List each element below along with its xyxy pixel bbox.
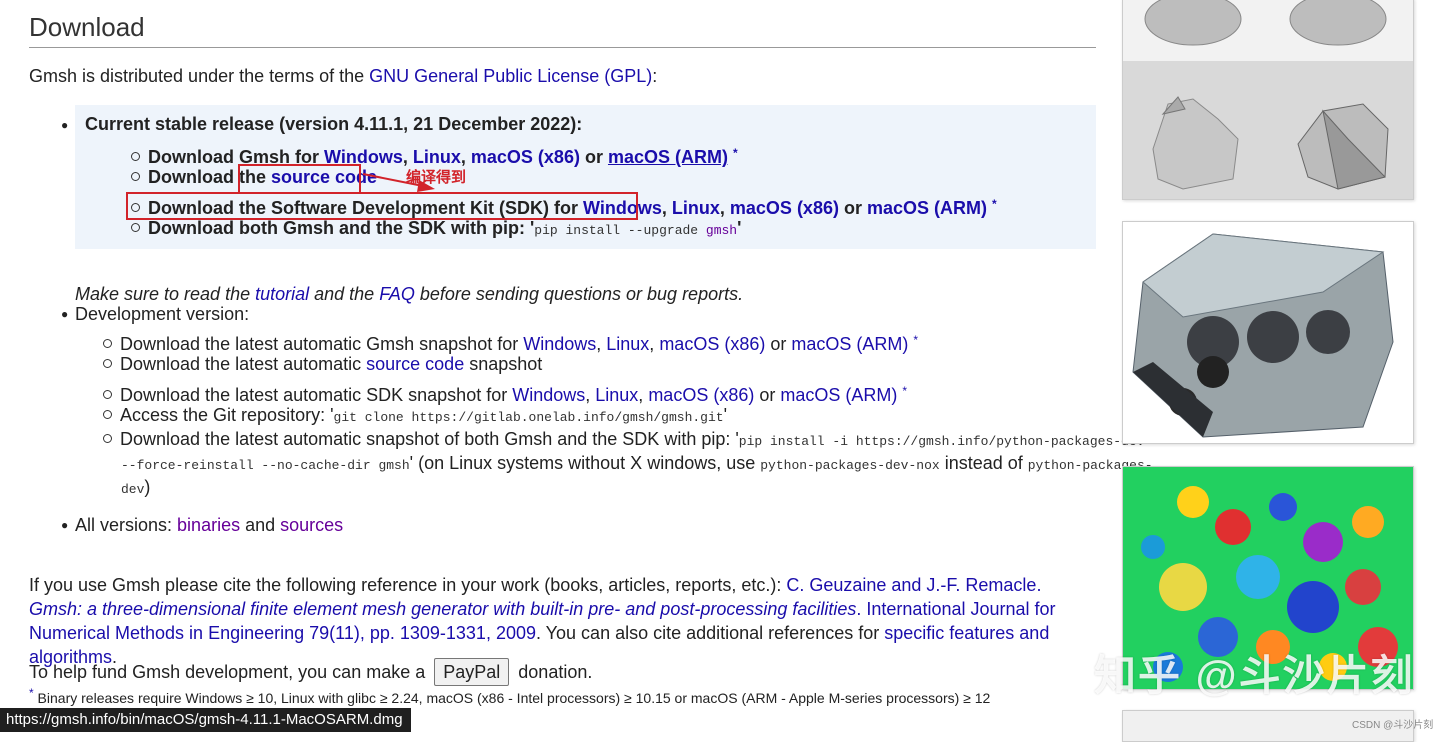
stable-macarm-link[interactable]: macOS (ARM) bbox=[608, 147, 728, 167]
paypal-button[interactable]: PayPal bbox=[434, 658, 510, 686]
circle-bullet-icon bbox=[103, 359, 112, 368]
circle-bullet-icon bbox=[103, 410, 112, 419]
dev-heading: Development version: bbox=[75, 304, 250, 324]
circle-bullet-icon bbox=[131, 223, 140, 232]
stable-heading: Current stable release (version 4.11.1, … bbox=[85, 114, 583, 134]
footnote: * Binary releases require Windows ≥ 10, … bbox=[29, 686, 991, 706]
dev-sdk-windows-link[interactable]: Windows bbox=[512, 385, 585, 405]
footnote-star-link[interactable]: * bbox=[992, 197, 997, 211]
circle-bullet-icon bbox=[131, 152, 140, 161]
dev-sdk-linux-link[interactable]: Linux bbox=[595, 385, 638, 405]
circle-bullet-icon bbox=[103, 390, 112, 399]
dev-windows-link[interactable]: Windows bbox=[523, 334, 596, 354]
main-content: Download Gmsh is distributed under the t… bbox=[29, 0, 1153, 706]
csdn-watermark: CSDN @斗沙片刻 bbox=[1352, 720, 1434, 731]
engine-block-image bbox=[1122, 221, 1414, 444]
git-clone-command: git clone https://gitlab.onelab.info/gms… bbox=[333, 410, 724, 425]
circle-bullet-icon bbox=[131, 172, 140, 181]
dev-row-git: Access the Git repository: 'git clone ht… bbox=[103, 403, 727, 430]
fund-line: To help fund Gmsh development, you can m… bbox=[29, 658, 592, 686]
circle-bullet-icon bbox=[103, 339, 112, 348]
footnote-star-link[interactable]: * bbox=[902, 384, 907, 398]
all-versions: All versions: binaries and sources bbox=[75, 515, 344, 535]
bullet-icon: ● bbox=[61, 118, 69, 132]
watermark: 知乎 @斗沙片刻 bbox=[1094, 652, 1415, 699]
status-bar-url: https://gmsh.info/bin/macOS/gmsh-4.11.1-… bbox=[0, 708, 411, 732]
citation-paragraph: If you use Gmsh please cite the followin… bbox=[29, 575, 1056, 667]
dev-row-source: Download the latest automatic source cod… bbox=[103, 352, 542, 376]
faq-link[interactable]: FAQ bbox=[379, 284, 415, 304]
page-title: Download bbox=[29, 12, 1096, 48]
footnote-star-link[interactable]: * bbox=[913, 333, 918, 347]
dev-source-code-link[interactable]: source code bbox=[366, 354, 464, 374]
sdk-linux-link[interactable]: Linux bbox=[672, 198, 720, 218]
sdk-macx86-link[interactable]: macOS (x86) bbox=[730, 198, 839, 218]
license-line: Gmsh is distributed under the terms of t… bbox=[29, 66, 658, 86]
dev-row-pip: Download the latest automatic snapshot o… bbox=[103, 427, 1144, 454]
annotation-box-source bbox=[238, 164, 361, 194]
stable-row-pip: Download both Gmsh and the SDK with pip:… bbox=[131, 216, 741, 243]
circle-bullet-icon bbox=[103, 434, 112, 443]
dev-pip-command: pip install -i https://gmsh.info/python-… bbox=[738, 434, 1145, 449]
annotation-label: 编译得到 bbox=[406, 169, 467, 186]
dev-row-pip-cont: --force-reinstall --no-cache-dir gmsh' (… bbox=[121, 453, 1153, 473]
sdk-macarm-link[interactable]: macOS (ARM) bbox=[867, 198, 987, 218]
dev-row-pip-end: dev) bbox=[121, 477, 151, 497]
pip-command: pip install --upgrade bbox=[534, 223, 706, 238]
binaries-link[interactable]: binaries bbox=[177, 515, 240, 535]
footnote-star-link[interactable]: * bbox=[733, 146, 738, 160]
dev-macx86-link[interactable]: macOS (x86) bbox=[659, 334, 765, 354]
bullet-icon: ● bbox=[61, 307, 69, 321]
dev-sdk-macarm-link[interactable]: macOS (ARM) bbox=[780, 385, 897, 405]
dev-sdk-macx86-link[interactable]: macOS (x86) bbox=[648, 385, 754, 405]
dev-linux-link[interactable]: Linux bbox=[606, 334, 649, 354]
bullet-icon: ● bbox=[61, 518, 69, 532]
bunny-mesh-image bbox=[1122, 0, 1414, 200]
pip-gmsh-link[interactable]: gmsh bbox=[706, 223, 737, 238]
stable-macx86-link[interactable]: macOS (x86) bbox=[471, 147, 580, 167]
stable-release-box: ● Current stable release (version 4.11.1… bbox=[61, 105, 1096, 249]
dev-macarm-link[interactable]: macOS (ARM) bbox=[791, 334, 908, 354]
tutorial-link[interactable]: tutorial bbox=[255, 284, 309, 304]
stable-linux-link[interactable]: Linux bbox=[413, 147, 461, 167]
annotation-box-sdk bbox=[126, 192, 638, 220]
gpl-link[interactable]: GNU General Public License (GPL) bbox=[369, 66, 652, 86]
sources-link[interactable]: sources bbox=[280, 515, 343, 535]
